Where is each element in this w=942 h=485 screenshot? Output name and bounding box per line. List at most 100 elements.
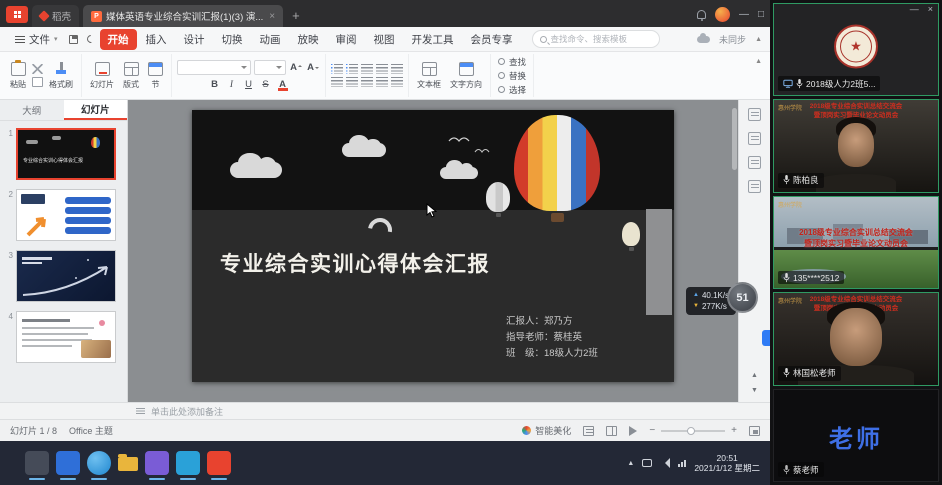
align-left-icon[interactable] bbox=[331, 77, 343, 87]
increase-indent-icon[interactable] bbox=[376, 64, 388, 74]
find-button[interactable]: 查找 bbox=[496, 56, 528, 68]
menu-tab-member[interactable]: 会员专享 bbox=[463, 29, 521, 50]
participant-tile-class[interactable]: ★ 2018级人力2班5... bbox=[773, 3, 939, 96]
text-direction-button[interactable]: 文字方向 bbox=[447, 60, 485, 92]
numbered-list-icon[interactable] bbox=[346, 64, 358, 74]
canvas-scrollbar[interactable] bbox=[732, 108, 737, 170]
tab-close-icon[interactable]: × bbox=[269, 11, 275, 22]
menu-tab-transition[interactable]: 切换 bbox=[214, 29, 251, 50]
user-avatar[interactable] bbox=[715, 7, 730, 22]
menu-tab-review[interactable]: 审阅 bbox=[328, 29, 365, 50]
zoom-slider-thumb[interactable] bbox=[687, 427, 695, 435]
network-icon[interactable] bbox=[678, 460, 686, 467]
slide-thumbnail-1[interactable]: 专业综合实训心得体会汇报 bbox=[16, 128, 116, 180]
taskbar-app-icon-4[interactable] bbox=[176, 451, 200, 475]
window-maximize-icon[interactable]: □ bbox=[758, 10, 764, 20]
participant-tile-caiteacher[interactable]: 老师 蔡老师 bbox=[773, 389, 939, 482]
decrease-indent-icon[interactable] bbox=[361, 64, 373, 74]
justify-icon[interactable] bbox=[376, 77, 388, 87]
zoom-slider[interactable] bbox=[661, 430, 725, 432]
font-size-select[interactable] bbox=[254, 60, 286, 75]
taskbar-app-icon-1[interactable] bbox=[25, 451, 49, 475]
new-tab-button[interactable]: + bbox=[287, 8, 305, 27]
collapse-ribbon-chevron-icon[interactable]: ▲ bbox=[755, 36, 762, 43]
comment-pane-icon[interactable] bbox=[748, 132, 761, 145]
zoom-in-icon[interactable]: + bbox=[731, 425, 737, 436]
tray-expand-icon[interactable]: ▲ bbox=[627, 460, 634, 467]
slide-thumbnail-3[interactable] bbox=[16, 250, 116, 302]
tab-document[interactable]: P 媒体英语专业综合实训汇报(1)(3) 演... × bbox=[83, 5, 283, 27]
bullet-list-icon[interactable] bbox=[331, 64, 343, 74]
file-menu-button[interactable]: 文件 ▾ bbox=[8, 29, 65, 50]
participant-tile-phone[interactable]: 惠州学院 2018级专业综合实训总结交流会 暨顶岗实习暨毕业论文动员会 135*… bbox=[773, 196, 939, 289]
assistant-float-ball[interactable]: 51 bbox=[727, 282, 758, 313]
message-tray-icon[interactable] bbox=[642, 459, 652, 467]
bold-button[interactable]: B bbox=[208, 78, 222, 92]
wps-home-button[interactable] bbox=[6, 6, 28, 23]
slide-sorter-view-icon[interactable] bbox=[606, 426, 617, 436]
participant-tile-chenbailiang[interactable]: 2018级专业综合实训总结交流会 暨顶岗实习暨毕业论文动员会 惠州学院 陈柏良 bbox=[773, 99, 939, 192]
menu-tab-view[interactable]: 视图 bbox=[366, 29, 403, 50]
font-color-button[interactable]: A bbox=[276, 78, 290, 92]
animation-pane-icon[interactable] bbox=[748, 180, 761, 193]
window-minimize-icon[interactable]: — bbox=[739, 10, 749, 20]
notes-bar[interactable]: 单击此处添加备注 bbox=[0, 402, 770, 419]
format-pane-icon[interactable] bbox=[748, 156, 761, 169]
slide-title-text[interactable]: 专业综合实训心得体会汇报 bbox=[220, 248, 490, 278]
menu-tab-animation[interactable]: 动画 bbox=[252, 29, 289, 50]
format-painter-button[interactable]: 格式刷 bbox=[46, 60, 76, 92]
menu-tab-insert[interactable]: 插入 bbox=[138, 29, 175, 50]
align-right-icon[interactable] bbox=[361, 77, 373, 87]
slide-canvas[interactable]: 专业综合实训心得体会汇报 汇报人：郑乃方 指导老师：蔡桂英 班 级：18级人力2… bbox=[128, 100, 738, 402]
notification-bell-icon[interactable] bbox=[697, 10, 706, 19]
line-spacing-icon[interactable] bbox=[391, 64, 403, 74]
wps-taskbar-icon[interactable] bbox=[207, 451, 231, 475]
replace-button[interactable]: 替换 bbox=[496, 70, 528, 82]
layout-button[interactable]: 版式 bbox=[120, 60, 142, 92]
tab-docer[interactable]: 稻壳 bbox=[32, 5, 79, 27]
menu-tab-devtools[interactable]: 开发工具 bbox=[404, 29, 462, 50]
save-icon[interactable] bbox=[66, 31, 82, 47]
outline-tab[interactable]: 大纲 bbox=[0, 100, 64, 120]
strikethrough-button[interactable]: S bbox=[259, 78, 273, 92]
slide-stage[interactable]: 专业综合实训心得体会汇报 汇报人：郑乃方 指导老师：蔡桂英 班 级：18级人力2… bbox=[192, 110, 674, 382]
slideshow-view-icon[interactable] bbox=[629, 426, 637, 436]
increase-font-button[interactable]: A bbox=[289, 60, 303, 74]
zoom-out-icon[interactable]: − bbox=[649, 425, 655, 436]
undo-icon[interactable] bbox=[83, 31, 99, 47]
font-family-select[interactable] bbox=[177, 60, 251, 75]
theme-name[interactable]: Office 主题 bbox=[69, 424, 113, 437]
copy-icon[interactable] bbox=[32, 77, 43, 87]
cut-icon[interactable] bbox=[32, 64, 43, 74]
normal-view-icon[interactable] bbox=[583, 426, 594, 436]
cloud-sync-icon[interactable] bbox=[697, 36, 710, 43]
paste-button[interactable]: 粘贴 bbox=[7, 60, 29, 92]
taskbar-app-icon-3[interactable] bbox=[145, 451, 169, 475]
start-button[interactable] bbox=[6, 454, 18, 472]
italic-button[interactable]: I bbox=[225, 78, 239, 92]
command-search-input[interactable] bbox=[551, 34, 652, 44]
meeting-minimize-icon[interactable]: — bbox=[910, 4, 919, 14]
speaker-icon[interactable] bbox=[660, 458, 670, 468]
panel-collapse-handle[interactable] bbox=[762, 330, 770, 346]
meeting-close-icon[interactable]: × bbox=[928, 4, 933, 14]
taskbar-app-icon-2[interactable] bbox=[56, 451, 80, 475]
new-slide-button[interactable]: 幻灯片 bbox=[87, 60, 117, 92]
ribbon-collapse-icon[interactable]: ▲ bbox=[749, 54, 768, 69]
menu-tab-home[interactable]: 开始 bbox=[100, 29, 137, 50]
slide-thumbnail-2[interactable] bbox=[16, 189, 116, 241]
taskbar-clock[interactable]: 20:51 2021/1/12 星期二 bbox=[694, 453, 760, 474]
decrease-font-button[interactable]: A bbox=[306, 60, 320, 74]
text-box-button[interactable]: 文本框 bbox=[414, 60, 444, 92]
slide-thumbnail-4[interactable] bbox=[16, 311, 116, 363]
slides-tab[interactable]: 幻灯片 bbox=[64, 100, 128, 120]
command-search-box[interactable] bbox=[532, 30, 660, 48]
properties-pane-icon[interactable] bbox=[748, 108, 761, 121]
fit-slide-icon[interactable] bbox=[749, 426, 760, 436]
file-explorer-icon[interactable] bbox=[118, 457, 138, 471]
browser-icon[interactable] bbox=[87, 451, 111, 475]
section-button[interactable]: 节 bbox=[145, 60, 166, 92]
align-center-icon[interactable] bbox=[346, 77, 358, 87]
menu-tab-slideshow[interactable]: 放映 bbox=[290, 29, 327, 50]
underline-button[interactable]: U bbox=[242, 78, 256, 92]
